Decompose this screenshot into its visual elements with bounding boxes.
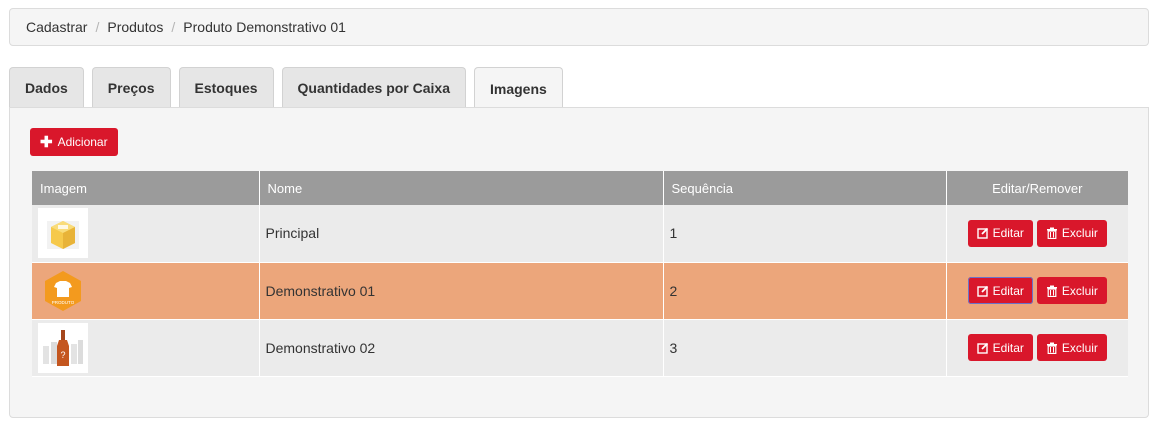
tab-quantidades[interactable]: Quantidades por Caixa <box>281 67 466 108</box>
row-actions: Editar Excluir <box>946 319 1128 377</box>
table-row: Principal 1 Editar Excluir <box>32 205 1128 263</box>
row-actions: Editar Excluir <box>946 205 1128 263</box>
edit-button[interactable]: Editar <box>967 277 1033 304</box>
tab-dados[interactable]: Dados <box>9 67 84 108</box>
header-nome: Nome <box>259 171 664 205</box>
header-editar-remover: Editar/Remover <box>946 171 1128 205</box>
image-cell: ? <box>32 319 260 377</box>
header-imagem: Imagem <box>32 171 260 205</box>
edit-label: Editar <box>992 226 1024 241</box>
header-sequencia: Sequência <box>663 171 947 205</box>
breadcrumb-item-produtos[interactable]: Produtos <box>107 19 163 35</box>
row-name: Demonstrativo 02 <box>259 319 664 377</box>
row-name: Principal <box>259 205 664 263</box>
tab-imagens[interactable]: Imagens <box>474 67 563 109</box>
row-sequence: 1 <box>663 205 947 263</box>
tab-precos[interactable]: Preços <box>91 67 171 108</box>
box-icon[interactable] <box>38 208 88 259</box>
svg-text:?: ? <box>60 350 65 360</box>
delete-label: Excluir <box>1061 340 1098 355</box>
edit-icon <box>976 342 988 354</box>
table-row: PRODUTO Demonstrativo 01 2 Editar Exclui… <box>32 262 1128 320</box>
edit-label: Editar <box>992 283 1024 298</box>
breadcrumb-separator: / <box>95 19 100 35</box>
delete-label: Excluir <box>1061 226 1098 241</box>
trash-icon <box>1046 342 1057 354</box>
images-panel: ✚ Adicionar Imagem Nome Sequência Editar… <box>9 107 1149 418</box>
edit-icon <box>976 228 988 239</box>
delete-button[interactable]: Excluir <box>1036 277 1107 304</box>
edit-button[interactable]: Editar <box>967 334 1033 361</box>
trash-icon <box>1046 285 1057 297</box>
edit-label: Editar <box>992 340 1024 355</box>
delete-label: Excluir <box>1061 283 1098 298</box>
add-button-label: Adicionar <box>57 135 108 149</box>
tab-bar: Dados Preços Estoques Quantidades por Ca… <box>9 66 571 109</box>
table-header-row: Imagem Nome Sequência Editar/Remover <box>32 171 1128 205</box>
breadcrumb-item-current: Produto Demonstrativo 01 <box>183 19 346 35</box>
images-table: Imagem Nome Sequência Editar/Remover Pri… <box>32 171 1128 377</box>
row-actions: Editar Excluir <box>946 262 1128 320</box>
row-name: Demonstrativo 01 <box>259 262 664 320</box>
breadcrumb-separator: / <box>171 19 176 35</box>
table-row: ? Demonstrativo 02 3 Editar Excluir <box>32 319 1128 377</box>
plus-icon: ✚ <box>40 133 53 151</box>
breadcrumb: Cadastrar / Produtos / Produto Demonstra… <box>9 8 1149 46</box>
trash-icon <box>1046 227 1057 240</box>
image-cell: PRODUTO <box>32 262 260 320</box>
add-image-button[interactable]: ✚ Adicionar <box>30 128 118 156</box>
image-cell <box>32 205 260 263</box>
breadcrumb-item-cadastrar[interactable]: Cadastrar <box>26 19 87 35</box>
row-sequence: 3 <box>663 319 947 377</box>
delete-button[interactable]: Excluir <box>1036 219 1107 247</box>
shirt-hexagon-icon[interactable]: PRODUTO <box>38 266 88 316</box>
edit-icon <box>976 285 988 297</box>
delete-button[interactable]: Excluir <box>1036 334 1107 361</box>
thumb-label: PRODUTO <box>52 300 75 305</box>
bottle-icon[interactable]: ? <box>38 322 88 373</box>
row-sequence: 2 <box>663 262 947 320</box>
tab-estoques[interactable]: Estoques <box>178 67 274 108</box>
edit-button[interactable]: Editar <box>967 219 1033 247</box>
